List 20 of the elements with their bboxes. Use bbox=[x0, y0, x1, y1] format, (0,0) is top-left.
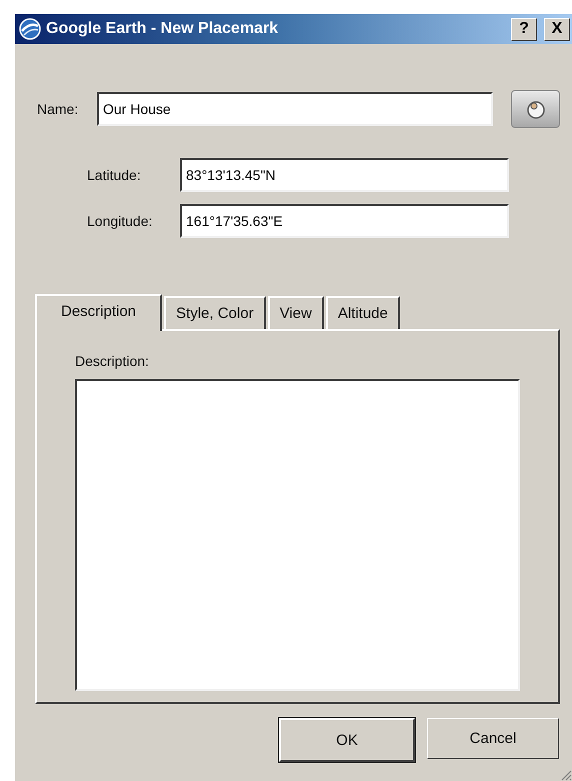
name-field[interactable]: Our House bbox=[97, 92, 493, 126]
name-label: Name: bbox=[37, 101, 80, 117]
coordinate-field[interactable]: 161°17'35.63"E bbox=[180, 204, 509, 238]
close-button[interactable]: X bbox=[544, 18, 570, 40]
tab[interactable]: Description bbox=[35, 294, 162, 331]
tab[interactable]: Style, Color bbox=[164, 296, 266, 329]
window-title: Google Earth - New Placemark bbox=[46, 20, 280, 38]
ok-button[interactable]: OK bbox=[279, 718, 415, 762]
coordinate-field[interactable]: 83°13'13.45"N bbox=[180, 158, 509, 192]
resize-grip-icon[interactable] bbox=[560, 769, 572, 781]
coordinate-label: Longitude: bbox=[87, 213, 154, 229]
tab[interactable]: Altitude bbox=[326, 296, 400, 329]
globe-icon bbox=[19, 18, 41, 40]
help-button[interactable]: ? bbox=[511, 18, 537, 40]
coordinate-label: Latitude: bbox=[87, 167, 142, 183]
description-label: Description: bbox=[75, 353, 150, 369]
description-field[interactable] bbox=[75, 379, 520, 691]
icon-button[interactable] bbox=[511, 90, 560, 128]
cancel-button[interactable]: Cancel bbox=[427, 718, 559, 759]
tab[interactable]: View bbox=[268, 296, 324, 329]
